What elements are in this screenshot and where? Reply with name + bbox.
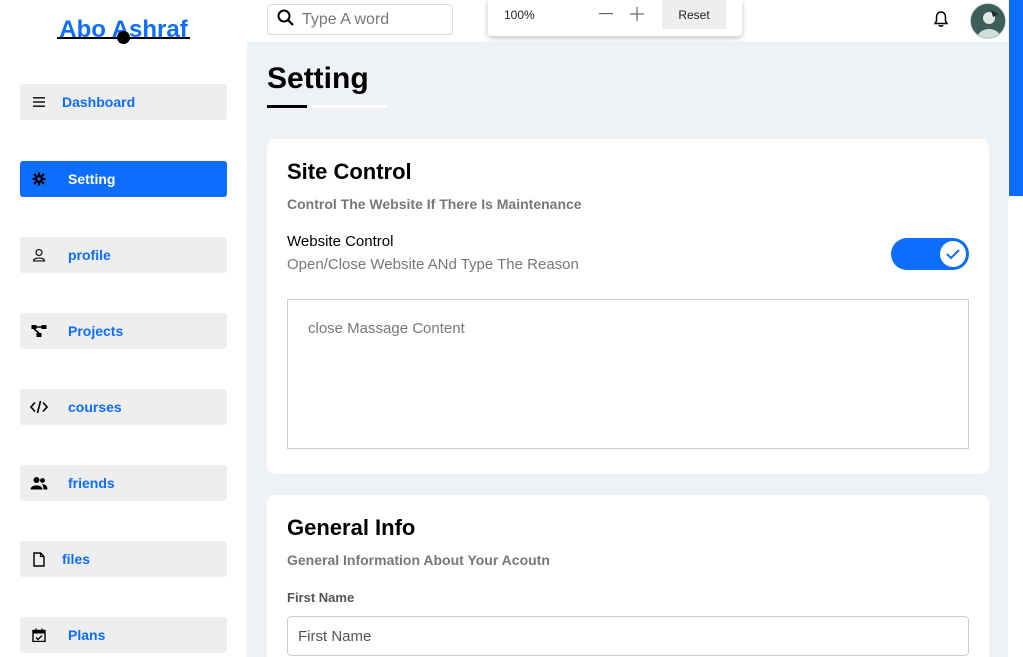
sidebar-item-label: profile [68, 247, 111, 263]
website-control-toggle[interactable] [891, 238, 969, 270]
sidebar-item-label: friends [68, 475, 115, 491]
site-control-card: Site Control Control The Website If Ther… [267, 139, 989, 474]
avatar[interactable] [970, 3, 1006, 39]
site-control-title: Site Control [287, 159, 412, 184]
sidebar-item-courses[interactable]: courses [20, 389, 227, 425]
sidebar: Abo Ashraf Dashboard Setting profile Pro… [0, 0, 247, 657]
sidebar-item-setting[interactable]: Setting [20, 161, 227, 197]
sidebar-item-friends[interactable]: friends [20, 465, 227, 501]
general-info-title: General Info [287, 515, 416, 540]
sidebar-item-plans[interactable]: Plans [20, 617, 227, 653]
sidebar-item-label: Projects [68, 323, 124, 339]
sidebar-item-label: courses [68, 399, 122, 415]
calendar-check-icon [20, 628, 58, 642]
sidebar-item-label: Plans [68, 627, 106, 643]
search-box[interactable] [267, 4, 453, 35]
website-control-label: Website Control [287, 233, 394, 250]
scrollbar[interactable] [1008, 0, 1023, 657]
brand-dot [117, 31, 130, 44]
website-control-description: Open/Close Website ANd Type The Reason [287, 256, 579, 273]
zoom-level: 100% [504, 8, 535, 22]
file-icon [20, 551, 58, 567]
search-input[interactable] [302, 10, 452, 29]
sidebar-item-profile[interactable]: profile [20, 237, 227, 273]
sidebar-item-projects[interactable]: Projects [20, 313, 227, 349]
zoom-out-button[interactable] [596, 3, 616, 25]
close-message-textarea[interactable] [287, 299, 969, 449]
scrollbar-thumb[interactable] [1009, 0, 1023, 196]
sidebar-item-label: Dashboard [62, 94, 136, 110]
sidebar-item-files[interactable]: files [20, 541, 227, 577]
check-icon [940, 241, 966, 267]
site-control-subtitle: Control The Website If There Is Maintena… [287, 196, 582, 212]
zoom-reset-button[interactable]: Reset [662, 0, 726, 29]
diagram-icon [20, 324, 58, 338]
bars-icon [20, 96, 58, 108]
gear-icon [20, 172, 58, 186]
zoom-popup: 100% Reset [488, 0, 742, 36]
general-info-subtitle: General Information About Your Acoutn [287, 552, 550, 568]
notification-bell-icon[interactable] [933, 10, 949, 33]
page-title: Setting [267, 62, 369, 95]
first-name-field[interactable] [287, 616, 969, 656]
title-underline-light [311, 105, 387, 108]
users-icon [20, 476, 58, 490]
sidebar-item-dashboard[interactable]: Dashboard [20, 84, 227, 120]
title-underline [267, 105, 307, 108]
sidebar-item-label: files [62, 551, 91, 567]
zoom-in-button[interactable] [627, 3, 647, 25]
general-info-card: General Info General Information About Y… [267, 495, 989, 657]
search-icon [277, 9, 294, 31]
first-name-label: First Name [287, 590, 355, 605]
code-icon [20, 400, 58, 414]
user-icon [20, 248, 58, 262]
sidebar-item-label: Setting [68, 171, 116, 187]
